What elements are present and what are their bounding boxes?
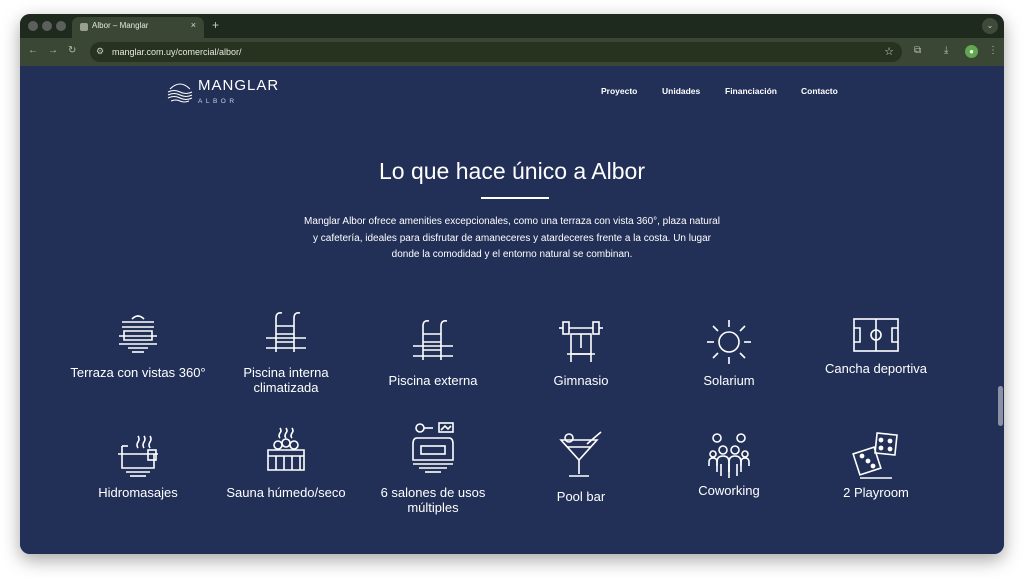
sauna-icon bbox=[267, 427, 305, 471]
amenity-label: Cancha deportiva bbox=[825, 361, 927, 376]
amenity-hidromasajes: Hidromasajes bbox=[68, 432, 208, 512]
amenity-label: Pool bar bbox=[556, 489, 606, 504]
browser-tab[interactable]: Albor – Manglar × bbox=[72, 17, 204, 38]
amenity-terraza: Terraza con vistas 360° bbox=[68, 310, 208, 400]
tab-strip: Albor – Manglar × + ⌄ bbox=[20, 14, 1004, 38]
back-arrow-icon[interactable]: ← bbox=[28, 45, 38, 56]
dumbbell-icon bbox=[559, 321, 603, 362]
amenity-piscina-interna: Piscina interna climatizada bbox=[216, 310, 356, 400]
amenity-label: Terraza con vistas 360° bbox=[70, 365, 206, 380]
profile-icon[interactable]: ● bbox=[965, 45, 978, 58]
nav-contacto[interactable]: Contacto bbox=[801, 86, 838, 96]
hot-tub-icon bbox=[118, 435, 158, 477]
pool-ladder-icon bbox=[413, 320, 453, 360]
sun-icon bbox=[707, 320, 751, 364]
new-tab-button[interactable]: + bbox=[212, 18, 219, 32]
amenity-label: Piscina interna climatizada bbox=[243, 365, 329, 395]
amenity-label: Sauna húmedo/seco bbox=[226, 485, 346, 500]
tab-close-icon[interactable]: × bbox=[191, 20, 196, 30]
maximize-window-icon[interactable] bbox=[56, 21, 66, 31]
title-underline bbox=[481, 197, 549, 199]
site-info-icon[interactable]: ⚙ bbox=[96, 46, 104, 57]
site-logo[interactable]: MANGLAR ALBOR bbox=[167, 76, 297, 106]
section-intro: Manglar Albor ofrece amenities excepcion… bbox=[304, 216, 720, 260]
sofa-icon bbox=[412, 422, 454, 473]
amenity-pool-bar: Pool bar bbox=[511, 430, 651, 520]
amenity-sauna: Sauna húmedo/seco bbox=[216, 426, 356, 516]
minimize-window-icon[interactable] bbox=[42, 21, 52, 31]
nav-unidades[interactable]: Unidades bbox=[662, 86, 700, 96]
tab-title: Albor – Manglar bbox=[92, 21, 149, 30]
people-group-icon bbox=[708, 433, 750, 478]
favicon-icon bbox=[80, 23, 88, 31]
pool-ladder-icon bbox=[266, 312, 306, 352]
amenity-label: Solarium bbox=[703, 373, 755, 388]
logo-waves-icon bbox=[167, 83, 193, 103]
nav-financiacion[interactable]: Financiación bbox=[725, 86, 777, 96]
browser-toolbar: ← → ↻ ⚙ manglar.com.uy/comercial/albor/ … bbox=[20, 38, 1004, 66]
amenity-label: 2 Playroom bbox=[843, 485, 909, 500]
amenity-label: Gimnasio bbox=[553, 373, 609, 388]
tab-search-icon[interactable]: ⌄ bbox=[982, 18, 998, 34]
menu-dots-icon[interactable]: ⋮ bbox=[988, 45, 998, 56]
amenity-playroom: 2 Playroom bbox=[806, 432, 946, 512]
close-window-icon[interactable] bbox=[28, 21, 38, 31]
amenity-salones: 6 salones de usos múltiples bbox=[363, 422, 503, 522]
star-icon[interactable]: ☆ bbox=[884, 45, 894, 58]
reload-icon[interactable]: ↻ bbox=[68, 45, 76, 56]
nav-proyecto[interactable]: Proyecto bbox=[601, 86, 637, 96]
download-icon[interactable]: ⤓ bbox=[944, 45, 948, 56]
url-text[interactable]: manglar.com.uy/comercial/albor/ bbox=[112, 47, 242, 57]
amenity-label: Hidromasajes bbox=[98, 485, 178, 500]
amenity-coworking: Coworking bbox=[659, 432, 799, 512]
sports-court-icon bbox=[853, 318, 899, 352]
logo-subtitle: ALBOR bbox=[198, 98, 238, 105]
address-bar[interactable]: ⚙ manglar.com.uy/comercial/albor/ ☆ bbox=[90, 42, 902, 62]
forward-arrow-icon[interactable]: → bbox=[48, 45, 58, 56]
scrollbar-thumb[interactable] bbox=[998, 386, 1003, 426]
logo-name: MANGLAR bbox=[198, 77, 280, 94]
page-content: MANGLAR ALBOR Proyecto Unidades Financia… bbox=[20, 66, 1004, 554]
terrace-icon bbox=[119, 315, 157, 353]
amenity-gimnasio: Gimnasio bbox=[511, 318, 651, 398]
amenity-cancha: Cancha deportiva bbox=[806, 316, 946, 396]
section-title: Lo que hace único a Albor bbox=[379, 158, 645, 184]
amenity-piscina-externa: Piscina externa bbox=[363, 318, 503, 398]
amenity-label: Coworking bbox=[698, 483, 760, 498]
cocktail-icon bbox=[559, 431, 602, 477]
dice-icon bbox=[852, 432, 898, 479]
amenity-solarium: Solarium bbox=[659, 318, 799, 398]
amenity-label: Piscina externa bbox=[388, 373, 478, 388]
amenity-label: 6 salones de usos múltiples bbox=[380, 485, 486, 515]
browser-window: Albor – Manglar × + ⌄ ← → ↻ ⚙ manglar.co… bbox=[20, 14, 1004, 554]
extensions-icon[interactable]: ⧉ bbox=[914, 45, 921, 56]
